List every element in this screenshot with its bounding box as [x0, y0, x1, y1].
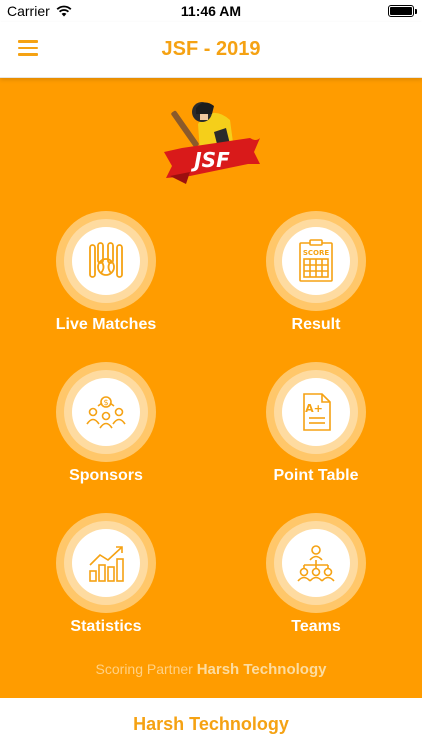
tile-point-table-label: Point Table — [273, 467, 359, 484]
status-time: 11:46 AM — [180, 3, 242, 19]
team-hierarchy-icon — [297, 545, 335, 582]
sponsors-people-dollar-icon: $ — [86, 396, 126, 429]
tile-teams-label: Teams — [291, 618, 341, 635]
tile-result[interactable]: SCORE Result — [216, 211, 416, 351]
status-bar: Carrier 11:46 AM — [0, 0, 422, 22]
tile-teams[interactable]: Teams — [216, 513, 416, 653]
svg-text:A+: A+ — [305, 402, 323, 415]
scoreboard-icon: SCORE — [299, 239, 333, 282]
footer: Harsh Technology — [0, 698, 422, 750]
logo-text: JSF — [190, 148, 230, 172]
nav-bar: JSF - 2019 — [0, 22, 422, 78]
battery-icon — [388, 5, 417, 17]
tile-live-matches[interactable]: Live Matches — [6, 211, 206, 351]
bar-chart-trend-icon — [89, 546, 124, 582]
cricket-wickets-ball-icon — [89, 242, 123, 278]
jsf-logo: JSF — [164, 102, 260, 184]
page-title: JSF - 2019 — [161, 38, 261, 60]
footer-partner-link[interactable]: Harsh Technology — [0, 698, 422, 735]
grade-document-icon: A+ — [303, 393, 331, 431]
scoring-partner-prefix: Scoring Partner — [95, 661, 193, 677]
main-panel: JSF Live Matches SCORE Result $ Sponsors… — [0, 78, 422, 698]
scoring-partner-name[interactable]: Harsh Technology — [197, 661, 327, 678]
svg-text:$: $ — [103, 398, 108, 407]
tile-statistics[interactable]: Statistics — [6, 513, 206, 653]
tile-point-table[interactable]: A+ Point Table — [216, 362, 416, 502]
tile-sponsors[interactable]: $ Sponsors — [6, 362, 206, 502]
svg-text:SCORE: SCORE — [303, 249, 330, 257]
tile-statistics-label: Statistics — [70, 618, 142, 635]
tile-sponsors-label: Sponsors — [69, 467, 143, 484]
tile-result-label: Result — [291, 316, 341, 333]
tile-live-matches-label: Live Matches — [55, 316, 157, 333]
scoring-partner: Scoring Partner Harsh Technology — [0, 661, 422, 678]
